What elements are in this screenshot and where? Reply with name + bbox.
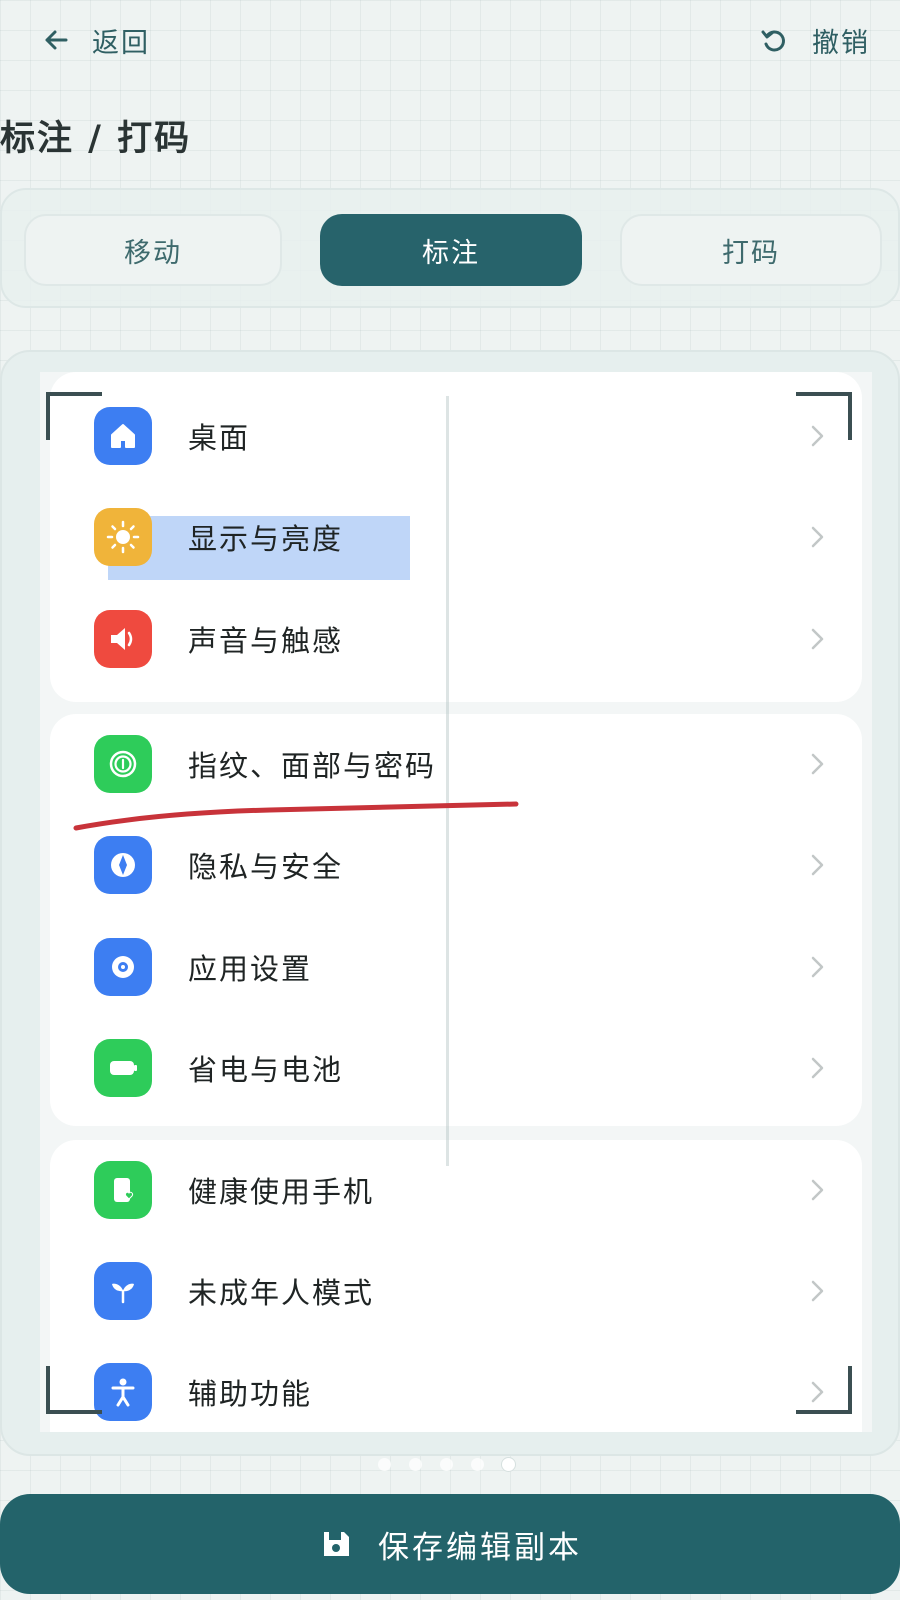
settings-row-label: 省电与电池 [188,1053,344,1087]
chevron-right-icon [811,1280,824,1302]
save-label: 保存编辑副本 [378,1529,582,1566]
settings-row-battery[interactable]: 省电与电池 [50,1018,862,1118]
chevron-right-icon [811,1179,824,1201]
settings-group-2: 指纹、面部与密码 隐私与安全 应用设置 省电与电池 [50,714,862,1126]
chevron-right-icon [811,854,824,876]
settings-row-label: 指纹、面部与密码 [188,749,437,783]
chevron-right-icon [811,628,824,650]
back-button[interactable]: 返回 [40,20,150,60]
settings-row-label: 显示与亮度 [188,522,344,556]
canvas-guide-line [446,396,449,1166]
undo-label: 撤销 [812,27,870,59]
tab-annotate[interactable]: 标注 [320,214,582,286]
page-title: 标注 / 打码 [0,119,192,159]
page-dot-active[interactable] [502,1458,515,1471]
fingerprint-icon [94,735,152,793]
chevron-right-icon [811,753,824,775]
chevron-right-icon [811,526,824,548]
page-indicator [378,1458,515,1471]
page-dot[interactable] [440,1458,453,1471]
save-copy-button[interactable]: 保存编辑副本 [0,1494,900,1594]
back-label: 返回 [92,27,150,59]
accessibility-icon [94,1363,152,1421]
arrow-left-icon [45,30,68,50]
settings-row-label: 应用设置 [188,952,313,986]
screenshot-canvas[interactable]: 桌面 显示与亮度 声音与触感 指纹、面部与密码 隐私与安全 应用设置 省电与电池… [40,372,872,1432]
app-settings-icon [94,938,152,996]
top-bar: 返回 撤销 [0,0,900,80]
battery-icon [94,1039,152,1097]
undo-button[interactable]: 撤销 [758,20,870,60]
settings-row-label: 健康使用手机 [188,1175,375,1209]
settings-row-label: 辅助功能 [188,1377,313,1411]
crop-corner-top-left[interactable] [46,392,102,440]
page-dot[interactable] [378,1458,391,1471]
save-icon [324,1532,349,1556]
settings-group-3: 健康使用手机 未成年人模式 辅助功能 [50,1140,862,1432]
sun-icon [94,508,152,566]
crop-corner-bottom-right[interactable] [796,1366,852,1414]
settings-group-1: 桌面 显示与亮度 声音与触感 [50,372,862,702]
settings-row-accessibility[interactable]: 辅助功能 [50,1342,862,1432]
settings-row-label: 隐私与安全 [188,850,344,884]
crop-corner-bottom-left[interactable] [46,1366,102,1414]
undo-icon [761,30,785,52]
settings-row-teen-mode[interactable]: 未成年人模式 [50,1241,862,1341]
mode-tabs: 移动 标注 打码 [0,188,900,308]
tab-move[interactable]: 移动 [24,214,282,286]
tab-mosaic[interactable]: 打码 [620,214,882,286]
page-dot[interactable] [471,1458,484,1471]
settings-row-desktop[interactable]: 桌面 [50,386,862,486]
underline-annotation[interactable] [70,798,530,832]
home-icon [94,407,152,465]
settings-row-label: 桌面 [188,421,251,455]
settings-row-wellbeing[interactable]: 健康使用手机 [50,1140,862,1240]
settings-row-app-settings[interactable]: 应用设置 [50,917,862,1017]
chevron-right-icon [811,956,824,978]
chevron-right-icon [811,1057,824,1079]
page-dot[interactable] [409,1458,422,1471]
settings-row-sound[interactable]: 声音与触感 [50,589,862,689]
settings-row-label: 声音与触感 [188,624,344,658]
wellbeing-icon [94,1161,152,1219]
privacy-icon [94,836,152,894]
settings-row-label: 未成年人模式 [188,1276,375,1310]
settings-row-display[interactable]: 显示与亮度 [50,487,862,587]
crop-corner-top-right[interactable] [796,392,852,440]
speaker-icon [94,610,152,668]
sprout-icon [94,1262,152,1320]
